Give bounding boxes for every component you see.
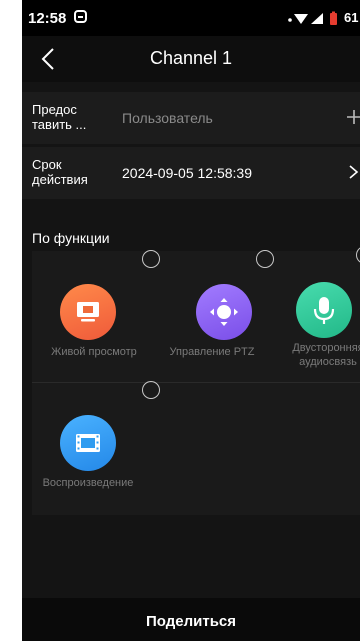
- two-way-audio-radio[interactable]: [356, 246, 360, 264]
- ptz-label: Управление PTZ: [169, 346, 255, 358]
- playback-icon: [60, 415, 116, 471]
- share-to-label: Предос тавить ...: [32, 102, 114, 132]
- phone-screen: 12:58 61 Channel 1 Предос тавить ... Пол…: [22, 0, 360, 641]
- validity-value: 2024-09-05 12:58:39: [122, 165, 252, 181]
- share-to-row[interactable]: Предос тавить ... Пользователь: [22, 92, 360, 144]
- status-icons: [288, 11, 337, 25]
- validity-row[interactable]: Срок действия 2024-09-05 12:58:39: [22, 147, 360, 199]
- two-way-audio-label-line2: аудиосвязь: [299, 356, 357, 368]
- two-way-audio-label: Двусторонняя аудиосвязь: [280, 341, 360, 369]
- share-to-label-line1: Предос: [32, 102, 77, 117]
- page-title: Channel 1: [149, 48, 233, 68]
- live-view-label: Живой просмотр: [51, 346, 137, 358]
- share-button-label: Поделиться: [145, 613, 237, 630]
- validity-label: Срок действия: [32, 157, 114, 187]
- function-playback[interactable]: Воспроизведение: [32, 381, 160, 493]
- validity-label-line2: действия: [32, 172, 88, 187]
- two-way-audio-label-line1: Двусторонняя: [292, 342, 360, 354]
- function-ptz[interactable]: Управление PTZ: [156, 250, 280, 361]
- share-to-label-line2: тавить ...: [32, 117, 87, 132]
- playback-radio[interactable]: [142, 381, 160, 399]
- playback-label: Воспроизведение: [42, 477, 134, 489]
- status-time: 12:58: [28, 10, 67, 27]
- battery-level: 61: [344, 10, 359, 25]
- function-two-way-audio[interactable]: Двусторонняя аудиосвязь: [272, 246, 360, 368]
- microphone-icon: [296, 282, 352, 338]
- function-live-view[interactable]: Живой просмотр: [32, 250, 160, 361]
- ptz-icon: [196, 284, 252, 340]
- share-button[interactable]: Поделиться: [22, 598, 360, 641]
- functions-panel: Живой просмотр Управление PTZ Двусторонн…: [32, 246, 360, 515]
- live-view-icon: [60, 284, 116, 340]
- functions-section-title: По функции: [32, 230, 110, 246]
- validity-label-line1: Срок: [32, 157, 62, 172]
- chevron-right-icon[interactable]: [346, 161, 360, 183]
- header: Channel 1: [22, 36, 360, 82]
- status-bar: 12:58 61: [22, 0, 360, 36]
- user-input[interactable]: Пользователь: [122, 110, 213, 126]
- add-user-plus-icon[interactable]: [346, 106, 360, 128]
- notification-app-icon: [74, 10, 87, 23]
